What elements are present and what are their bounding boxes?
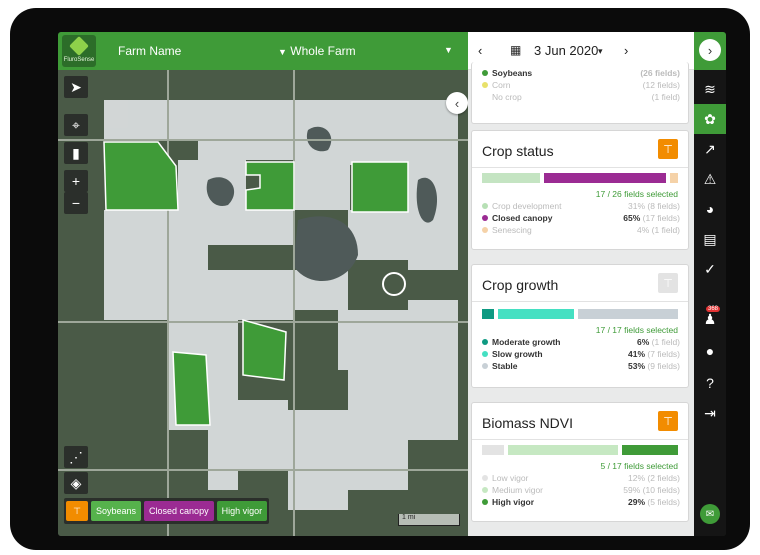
field-map[interactable]: ➤ ⌖ ▮ + − ⋰ ◈ 1 mi [58, 70, 468, 536]
bar-low-vigor[interactable] [482, 445, 504, 455]
draw-field-icon[interactable]: ⋰ [64, 446, 88, 468]
bar-medium-vigor[interactable] [508, 445, 618, 455]
satellite-map [58, 70, 468, 536]
legend-dot [482, 70, 488, 76]
selection-count: 17 / 26 fields selected [595, 189, 678, 199]
analytics-panel: ‹ ▦ 3 Jun 2020 ▾ › Soybeans (26 fields) … [468, 32, 694, 536]
farm-scope-selector[interactable]: ▼ Whole Farm [278, 44, 356, 58]
zoom-out-button[interactable]: − [64, 192, 88, 214]
crop-growth-card: Crop growth ⊤ 17 / 17 fields selected Mo… [471, 264, 689, 388]
expand-icon[interactable]: › [699, 39, 721, 61]
app-logo: FluroSense [62, 35, 96, 67]
legend-dot [482, 499, 488, 505]
divider [472, 167, 688, 168]
chevron-down-icon[interactable]: ▾ [598, 46, 603, 57]
legend-row[interactable]: Senescing 4% (1 field) [482, 225, 680, 235]
logout-icon[interactable]: ⇥ [694, 398, 726, 428]
filter-icon[interactable]: ⊤ [658, 273, 678, 293]
legend-row[interactable]: Moderate growth 6% (1 field) [482, 337, 680, 347]
bar-crop-development[interactable] [482, 173, 540, 183]
user-icon[interactable]: ● [694, 336, 726, 366]
map-scale: 1 mi [398, 514, 460, 526]
filter-icon[interactable]: ⊤ [66, 501, 88, 521]
card-title: Crop growth [482, 277, 559, 293]
legend-dot [482, 475, 488, 481]
check-badge-icon[interactable]: ✓ [694, 254, 726, 284]
app-screen: FluroSense Farm Name ▼ Whole Farm ▼ ➤ ⌖ … [58, 32, 726, 536]
legend-dot [482, 94, 488, 100]
legend-row[interactable]: Slow growth 41% (7 fields) [482, 349, 680, 359]
legend-dot [482, 82, 488, 88]
biomass-ndvi-card: Biomass NDVI ⊤ 5 / 17 fields selected Lo… [471, 402, 689, 522]
logo-icon [69, 36, 89, 56]
crop-row-soybeans[interactable]: Soybeans (26 fields) [482, 68, 680, 78]
filter-icon[interactable]: ⊤ [658, 411, 678, 431]
toolbar-header: › [694, 32, 726, 70]
layers-icon[interactable]: ◈ [64, 472, 88, 494]
crop-analytics-icon[interactable]: ✿ [694, 104, 726, 134]
divider [472, 301, 688, 302]
legend-row[interactable]: High vigor 29% (5 fields) [482, 497, 680, 507]
image-gallery-icon[interactable]: ▤ [694, 224, 726, 254]
card-title: Biomass NDVI [482, 415, 574, 431]
bar-moderate-growth[interactable] [482, 309, 494, 319]
locate-icon[interactable]: ⌖ [64, 114, 88, 136]
filter-chip-closed-canopy[interactable]: Closed canopy [144, 501, 214, 521]
chevron-down-icon[interactable]: ▼ [444, 45, 453, 55]
pie-chart-icon[interactable]: ◕ [694, 194, 726, 224]
next-date-button[interactable]: › [624, 43, 628, 58]
notifications-icon[interactable]: ♟ 368 [694, 304, 726, 334]
prev-date-button[interactable]: ‹ [478, 43, 482, 58]
legend-row[interactable]: Medium vigor 59% (10 fields) [482, 485, 680, 495]
legend-dot [482, 487, 488, 493]
navigate-arrow-icon[interactable]: ➤ [64, 76, 88, 98]
legend-dot [482, 351, 488, 357]
legend-dot [482, 339, 488, 345]
legend-dot [482, 203, 488, 209]
filter-chip-high-vigor[interactable]: High vigor [216, 501, 268, 521]
filter-icon[interactable]: ⊤ [658, 139, 678, 159]
filter-chip-soybeans[interactable]: Soybeans [91, 501, 142, 521]
crop-row-corn[interactable]: Corn (12 fields) [482, 80, 680, 90]
divider [472, 439, 688, 440]
growth-trend-icon[interactable]: ↗ [694, 134, 726, 164]
bar-high-vigor[interactable] [622, 445, 678, 455]
card-title: Crop status [482, 143, 554, 159]
bar-senescing[interactable] [670, 173, 678, 183]
layers-stack-icon[interactable]: ≋ [694, 74, 726, 104]
active-filters: ⊤ Soybeans Closed canopy High vigor [64, 498, 270, 524]
notification-badge: 368 [705, 306, 720, 312]
farm-scope-label: Whole Farm [290, 44, 356, 58]
legend-dot [482, 227, 488, 233]
calendar-icon[interactable]: ▦ [510, 43, 521, 57]
crop-status-card: Crop status ⊤ 17 / 26 fields selected Cr… [471, 130, 689, 250]
date-value[interactable]: 3 Jun 2020 [534, 43, 598, 58]
legend-row[interactable]: Stable 53% (9 fields) [482, 361, 680, 371]
bar-closed-canopy[interactable] [544, 173, 666, 183]
right-toolbar: › ≋ ✿ ↗ ⚠ ◕ ▤ ✓ ♟ 368 ● ? ⇥ ✉ [694, 32, 726, 536]
legend-dot [482, 363, 488, 369]
bar-stable[interactable] [578, 309, 678, 319]
alert-icon[interactable]: ⚠ [694, 164, 726, 194]
collapse-panel-button[interactable]: ‹ [446, 92, 468, 114]
logo-text: FluroSense [63, 57, 95, 63]
chevron-down-icon: ▼ [278, 47, 287, 57]
crop-row-no-crop[interactable]: No crop (1 field) [482, 92, 680, 102]
farm-name-selector[interactable]: Farm Name [118, 44, 181, 58]
help-icon[interactable]: ? [694, 368, 726, 398]
top-bar: FluroSense Farm Name ▼ Whole Farm ▼ [58, 32, 468, 70]
legend-row[interactable]: Closed canopy 65% (17 fields) [482, 213, 680, 223]
legend-row[interactable]: Crop development 31% (8 fields) [482, 201, 680, 211]
zoom-in-button[interactable]: + [64, 170, 88, 192]
selection-count: 5 / 17 fields selected [600, 461, 679, 471]
crop-type-card: Soybeans (26 fields) Corn (12 fields) No… [471, 62, 689, 124]
legend-row[interactable]: Low vigor 12% (2 fields) [482, 473, 680, 483]
chat-icon[interactable]: ✉ [700, 504, 720, 524]
ruler-icon[interactable]: ▮ [64, 142, 88, 164]
selection-count: 17 / 17 fields selected [595, 325, 678, 335]
legend-dot [482, 215, 488, 221]
bar-slow-growth[interactable] [498, 309, 574, 319]
